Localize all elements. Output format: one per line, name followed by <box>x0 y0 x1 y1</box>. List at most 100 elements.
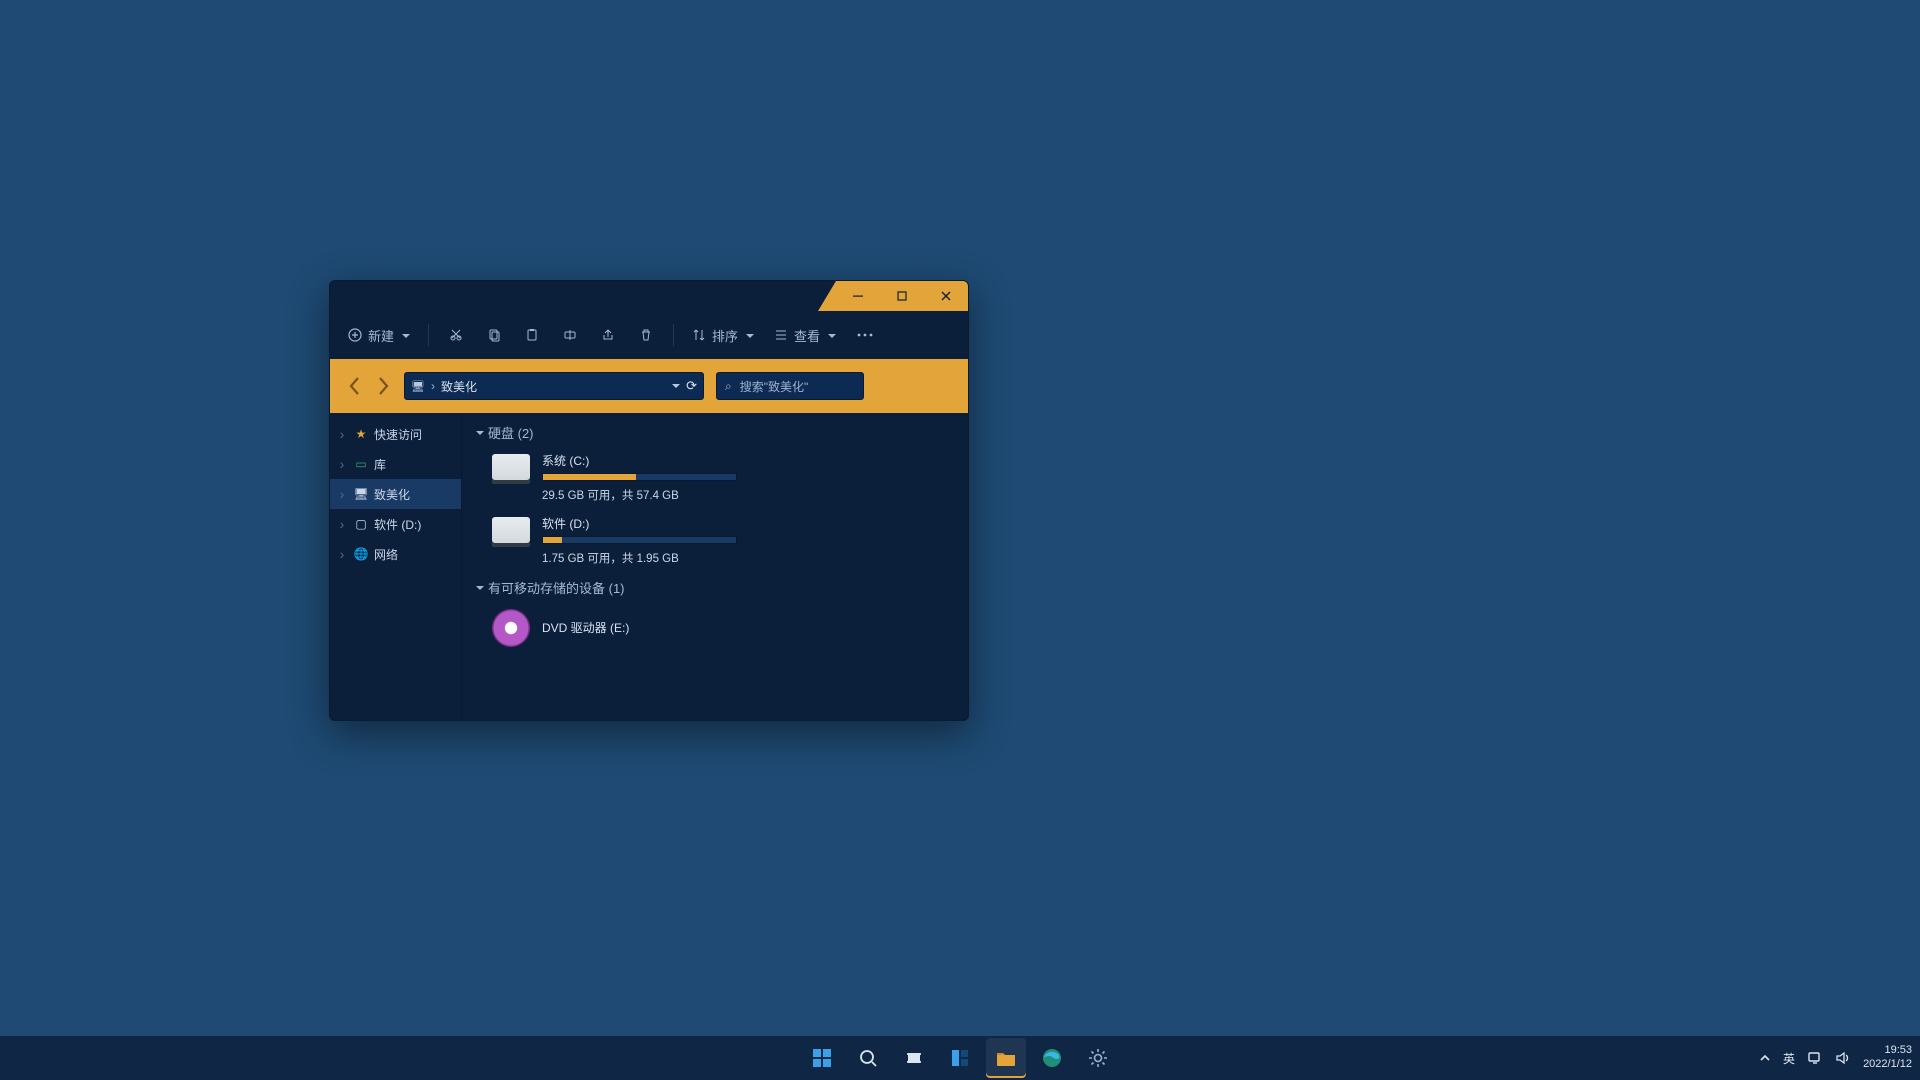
expand-icon: › <box>336 426 348 442</box>
drive-sub: 1.75 GB 可用，共 1.95 GB <box>542 550 952 566</box>
drive-name: 软件 (D:) <box>542 515 952 532</box>
sort-icon <box>692 328 706 342</box>
start-button[interactable] <box>802 1038 842 1078</box>
expand-icon: › <box>336 456 348 472</box>
sidebar-item-label: 库 <box>374 456 386 473</box>
copy-button[interactable] <box>477 322 511 348</box>
group-header-drives[interactable]: 硬盘 (2) <box>476 423 954 442</box>
sidebar-item-quick-access[interactable]: › ★ 快速访问 <box>330 419 461 449</box>
plus-circle-icon <box>348 328 362 342</box>
sidebar-item-network[interactable]: › 🌐 网络 <box>330 539 461 569</box>
drive-item-dvd[interactable]: DVD 驱动器 (E:) <box>476 603 954 655</box>
taskview-button[interactable] <box>894 1038 934 1078</box>
clipboard-icon <box>525 328 539 342</box>
view-icon <box>774 328 788 342</box>
capacity-fill <box>543 537 562 543</box>
new-button[interactable]: 新建 <box>340 320 418 351</box>
sidebar-item-label: 致美化 <box>374 486 410 503</box>
separator <box>673 324 674 346</box>
drive-name: 系统 (C:) <box>542 452 952 469</box>
star-icon: ★ <box>354 427 368 441</box>
drive-name: DVD 驱动器 (E:) <box>542 619 952 636</box>
volume-icon[interactable] <box>1835 1051 1851 1065</box>
chevron-up-icon <box>1759 1052 1771 1064</box>
group-title: 有可移动存储的设备 (1) <box>488 578 625 597</box>
sidebar-item-label: 软件 (D:) <box>374 516 421 533</box>
library-icon: ▭ <box>354 457 368 471</box>
sidebar-item-this-pc[interactable]: › 🖥 致美化 <box>330 479 461 509</box>
close-button[interactable] <box>924 281 968 310</box>
expand-icon: › <box>336 546 348 562</box>
view-label: 查看 <box>794 326 820 345</box>
address-bar: 🖥 › 致美化 ⟳ ⌕ 搜索"致美化" <box>330 359 968 413</box>
chevron-down-icon <box>400 328 410 343</box>
system-tray: 英 19:53 2022/1/12 <box>1759 1036 1912 1080</box>
breadcrumb-segment[interactable]: 致美化 <box>441 378 477 395</box>
new-label: 新建 <box>368 326 394 345</box>
file-explorer-taskbar[interactable] <box>986 1038 1026 1078</box>
search-button[interactable] <box>848 1038 888 1078</box>
maximize-button[interactable] <box>880 281 924 310</box>
separator <box>428 324 429 346</box>
rename-icon <box>563 328 577 342</box>
sort-button[interactable]: 排序 <box>684 320 762 351</box>
group-title: 硬盘 (2) <box>488 423 534 442</box>
expand-icon: › <box>336 486 348 502</box>
share-button[interactable] <box>591 322 625 348</box>
sidebar-item-label: 网络 <box>374 546 398 563</box>
settings-button[interactable] <box>1078 1038 1118 1078</box>
chevron-down-icon <box>476 580 484 595</box>
dvd-icon <box>492 609 530 647</box>
sidebar-item-library[interactable]: › ▭ 库 <box>330 449 461 479</box>
drive-item-d[interactable]: 软件 (D:) 1.75 GB 可用，共 1.95 GB <box>476 511 954 574</box>
widgets-button[interactable] <box>940 1038 980 1078</box>
search-icon: ⌕ <box>725 379 732 394</box>
rename-button[interactable] <box>553 322 587 348</box>
minimize-button[interactable] <box>836 281 880 310</box>
window-controls <box>836 281 968 310</box>
file-explorer-window: 新建 排序 查看 <box>329 280 969 721</box>
edge-icon <box>1041 1047 1063 1069</box>
drive-icon <box>492 454 530 484</box>
edge-button[interactable] <box>1032 1038 1072 1078</box>
monitor-icon: 🖥 <box>354 487 368 501</box>
cut-button[interactable] <box>439 322 473 348</box>
paste-button[interactable] <box>515 322 549 348</box>
ellipsis-icon <box>857 333 873 337</box>
forward-button[interactable] <box>376 375 390 397</box>
sidebar-item-software-d[interactable]: › ▢ 软件 (D:) <box>330 509 461 539</box>
network-icon[interactable] <box>1807 1051 1823 1065</box>
ime-indicator[interactable]: 英 <box>1783 1050 1795 1067</box>
titlebar[interactable] <box>330 281 968 311</box>
breadcrumb[interactable]: 🖥 › 致美化 ⟳ <box>404 372 704 400</box>
chevron-down-icon <box>826 328 836 343</box>
gear-icon <box>1088 1048 1108 1068</box>
drive-item-c[interactable]: 系统 (C:) 29.5 GB 可用，共 57.4 GB <box>476 448 954 511</box>
search-icon <box>858 1048 878 1068</box>
chevron-down-icon <box>476 425 484 440</box>
monitor-icon: 🖥 <box>411 380 425 393</box>
delete-button[interactable] <box>629 322 663 348</box>
drive-icon <box>492 517 530 547</box>
content-area: 硬盘 (2) 系统 (C:) 29.5 GB 可用，共 57.4 GB 软件 (… <box>462 413 968 720</box>
clock-date: 2022/1/12 <box>1863 1058 1912 1072</box>
clock[interactable]: 19:53 2022/1/12 <box>1863 1044 1912 1072</box>
view-button[interactable]: 查看 <box>766 320 844 351</box>
path-dropdown[interactable] <box>672 379 680 393</box>
capacity-bar <box>542 473 737 481</box>
taskbar: 英 19:53 2022/1/12 <box>0 1036 1920 1080</box>
taskview-icon <box>904 1048 924 1068</box>
clock-time: 19:53 <box>1863 1044 1912 1058</box>
widgets-icon <box>950 1048 970 1068</box>
back-button[interactable] <box>348 375 362 397</box>
scissors-icon <box>449 328 463 342</box>
more-button[interactable] <box>848 327 882 343</box>
tray-overflow[interactable] <box>1759 1052 1771 1064</box>
capacity-bar <box>542 536 737 544</box>
trash-icon <box>639 328 653 342</box>
refresh-button[interactable]: ⟳ <box>686 378 697 394</box>
sort-label: 排序 <box>712 326 738 345</box>
group-header-removable[interactable]: 有可移动存储的设备 (1) <box>476 578 954 597</box>
search-input[interactable]: ⌕ 搜索"致美化" <box>716 372 864 400</box>
nav-arrows <box>342 375 392 397</box>
